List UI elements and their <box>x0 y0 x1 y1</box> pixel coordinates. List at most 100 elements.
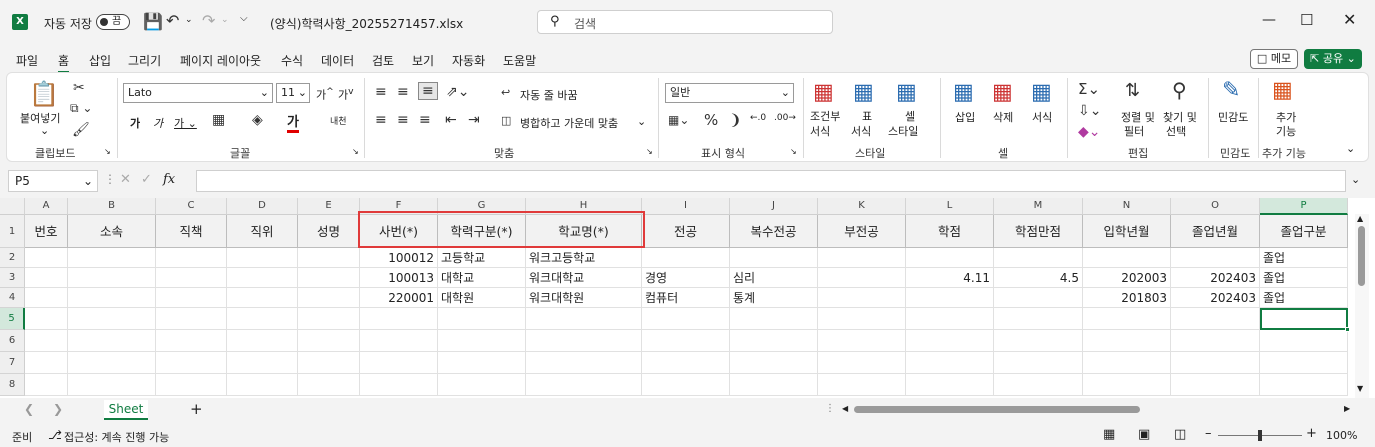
table-cell[interactable] <box>298 288 360 308</box>
table-cell[interactable] <box>818 268 906 288</box>
row-header-3[interactable]: 3 <box>0 268 25 288</box>
table-cell[interactable] <box>25 268 68 288</box>
paste-dropdown-icon[interactable]: ⌄ <box>40 124 49 137</box>
table-cell[interactable] <box>818 374 906 396</box>
select-all-corner[interactable] <box>0 198 25 215</box>
cond-format-label-2[interactable]: 서식 <box>810 123 830 139</box>
find-select-label-2[interactable]: 선택 <box>1166 123 1186 139</box>
increase-indent-icon[interactable]: ⇥ <box>468 112 480 128</box>
table-cell[interactable]: 졸업 <box>1260 248 1348 268</box>
table-cell[interactable] <box>360 330 438 352</box>
merge-dropdown-icon[interactable]: ⌄ <box>637 115 646 128</box>
table-cell[interactable] <box>994 308 1083 330</box>
tab-split-handle-icon[interactable]: ⋮ <box>825 403 835 414</box>
table-cell[interactable] <box>227 374 298 396</box>
table-cell[interactable] <box>25 374 68 396</box>
table-cell[interactable] <box>25 308 68 330</box>
orientation-icon[interactable]: ⇗⌄ <box>446 84 469 100</box>
column-header-i[interactable]: I <box>642 198 730 215</box>
search-box[interactable]: ⚲ 검색 <box>537 10 833 34</box>
table-cell[interactable] <box>68 308 156 330</box>
scroll-up-icon[interactable]: ▲ <box>1357 214 1363 223</box>
table-format-label-2[interactable]: 서식 <box>851 123 871 139</box>
row-header-8[interactable]: 8 <box>0 374 25 396</box>
menu-home[interactable]: 홈 <box>58 52 70 73</box>
table-cell[interactable] <box>25 248 68 268</box>
zoom-in-icon[interactable]: + <box>1306 426 1317 441</box>
font-launcher-icon[interactable]: ↘ <box>352 147 359 156</box>
table-cell[interactable] <box>227 288 298 308</box>
expand-formula-bar-icon[interactable]: ⌄ <box>1351 173 1360 186</box>
sheet-tab[interactable]: Sheet <box>104 400 148 420</box>
share-button[interactable]: ⇱ 공유 ⌄ <box>1304 49 1362 69</box>
clipboard-launcher-icon[interactable]: ↘ <box>104 147 111 156</box>
table-cell[interactable] <box>994 374 1083 396</box>
table-cell[interactable]: 졸업 <box>1260 288 1348 308</box>
table-cell[interactable] <box>227 248 298 268</box>
header-cell-j[interactable]: 복수전공 <box>730 215 818 248</box>
table-cell[interactable] <box>438 330 526 352</box>
delete-label[interactable]: 삭제 <box>993 109 1013 125</box>
header-cell-i[interactable]: 전공 <box>642 215 730 248</box>
horizontal-scrollbar[interactable]: ◀ ▶ <box>840 404 1355 416</box>
table-cell[interactable]: 100013 <box>360 268 438 288</box>
menu-view[interactable]: 보기 <box>412 52 434 69</box>
table-cell[interactable] <box>227 268 298 288</box>
table-cell[interactable] <box>68 330 156 352</box>
table-cell[interactable]: 202403 <box>1171 268 1260 288</box>
table-cell[interactable] <box>1260 330 1348 352</box>
maximize-icon[interactable]: ☐ <box>1300 11 1313 29</box>
sort-filter-icon[interactable]: ⇅ <box>1125 80 1140 101</box>
table-cell[interactable]: 대학원 <box>438 288 526 308</box>
sensitivity-label[interactable]: 민감도 <box>1218 109 1248 125</box>
header-cell-l[interactable]: 학점 <box>906 215 994 248</box>
addins-label-2[interactable]: 기능 <box>1276 123 1296 139</box>
table-cell[interactable] <box>298 330 360 352</box>
align-center-icon[interactable]: ≡ <box>397 112 409 128</box>
alignment-launcher-icon[interactable]: ↘ <box>646 147 653 156</box>
table-cell[interactable] <box>818 308 906 330</box>
table-cell[interactable] <box>156 352 227 374</box>
undo-dropdown-icon[interactable]: ⌄ <box>185 15 193 25</box>
wrap-text-icon[interactable]: ↩ <box>501 86 510 99</box>
vertical-scroll-thumb[interactable] <box>1358 226 1365 286</box>
table-cell[interactable]: 고등학교 <box>438 248 526 268</box>
table-cell[interactable] <box>1083 352 1171 374</box>
next-sheet-icon[interactable]: ❯ <box>53 402 63 416</box>
paste-icon[interactable]: 📋 <box>29 80 59 108</box>
row-header-2[interactable]: 2 <box>0 248 25 268</box>
number-launcher-icon[interactable]: ↘ <box>790 147 797 156</box>
table-cell[interactable] <box>906 288 994 308</box>
decrease-decimal-icon[interactable]: .00→ <box>774 113 796 123</box>
menu-insert[interactable]: 삽입 <box>89 52 111 69</box>
normal-view-icon[interactable]: ▦ <box>1103 427 1115 442</box>
insert-label[interactable]: 삽입 <box>955 109 975 125</box>
table-cell[interactable]: 컴퓨터 <box>642 288 730 308</box>
header-cell-c[interactable]: 직책 <box>156 215 227 248</box>
table-cell[interactable] <box>68 268 156 288</box>
table-cell[interactable]: 심리 <box>730 268 818 288</box>
table-cell[interactable] <box>526 308 642 330</box>
table-cell[interactable] <box>1171 352 1260 374</box>
decrease-font-icon[interactable]: 가v <box>338 86 354 103</box>
column-header-k[interactable]: K <box>818 198 906 215</box>
sort-filter-label-2[interactable]: 필터 <box>1124 123 1144 139</box>
align-middle-icon[interactable]: ≡ <box>397 84 409 100</box>
table-cell[interactable] <box>818 330 906 352</box>
table-cell[interactable] <box>156 248 227 268</box>
conditional-format-icon[interactable]: ▦ <box>813 80 834 105</box>
table-cell[interactable] <box>526 352 642 374</box>
table-cell[interactable] <box>1083 308 1171 330</box>
find-select-icon[interactable]: ⚲ <box>1172 78 1187 102</box>
table-cell[interactable] <box>906 308 994 330</box>
table-cell[interactable] <box>730 330 818 352</box>
accessibility-icon[interactable]: ⎇ <box>48 428 62 442</box>
column-header-j[interactable]: J <box>730 198 818 215</box>
table-cell[interactable] <box>994 248 1083 268</box>
name-box[interactable]: P5 ⌄ <box>8 170 98 192</box>
cut-icon[interactable]: ✂ <box>73 80 85 96</box>
table-cell[interactable] <box>227 330 298 352</box>
increase-font-icon[interactable]: 가^ <box>316 86 334 103</box>
zoom-slider-thumb[interactable] <box>1258 430 1262 441</box>
fill-color-icon[interactable]: ◈ <box>252 112 263 128</box>
